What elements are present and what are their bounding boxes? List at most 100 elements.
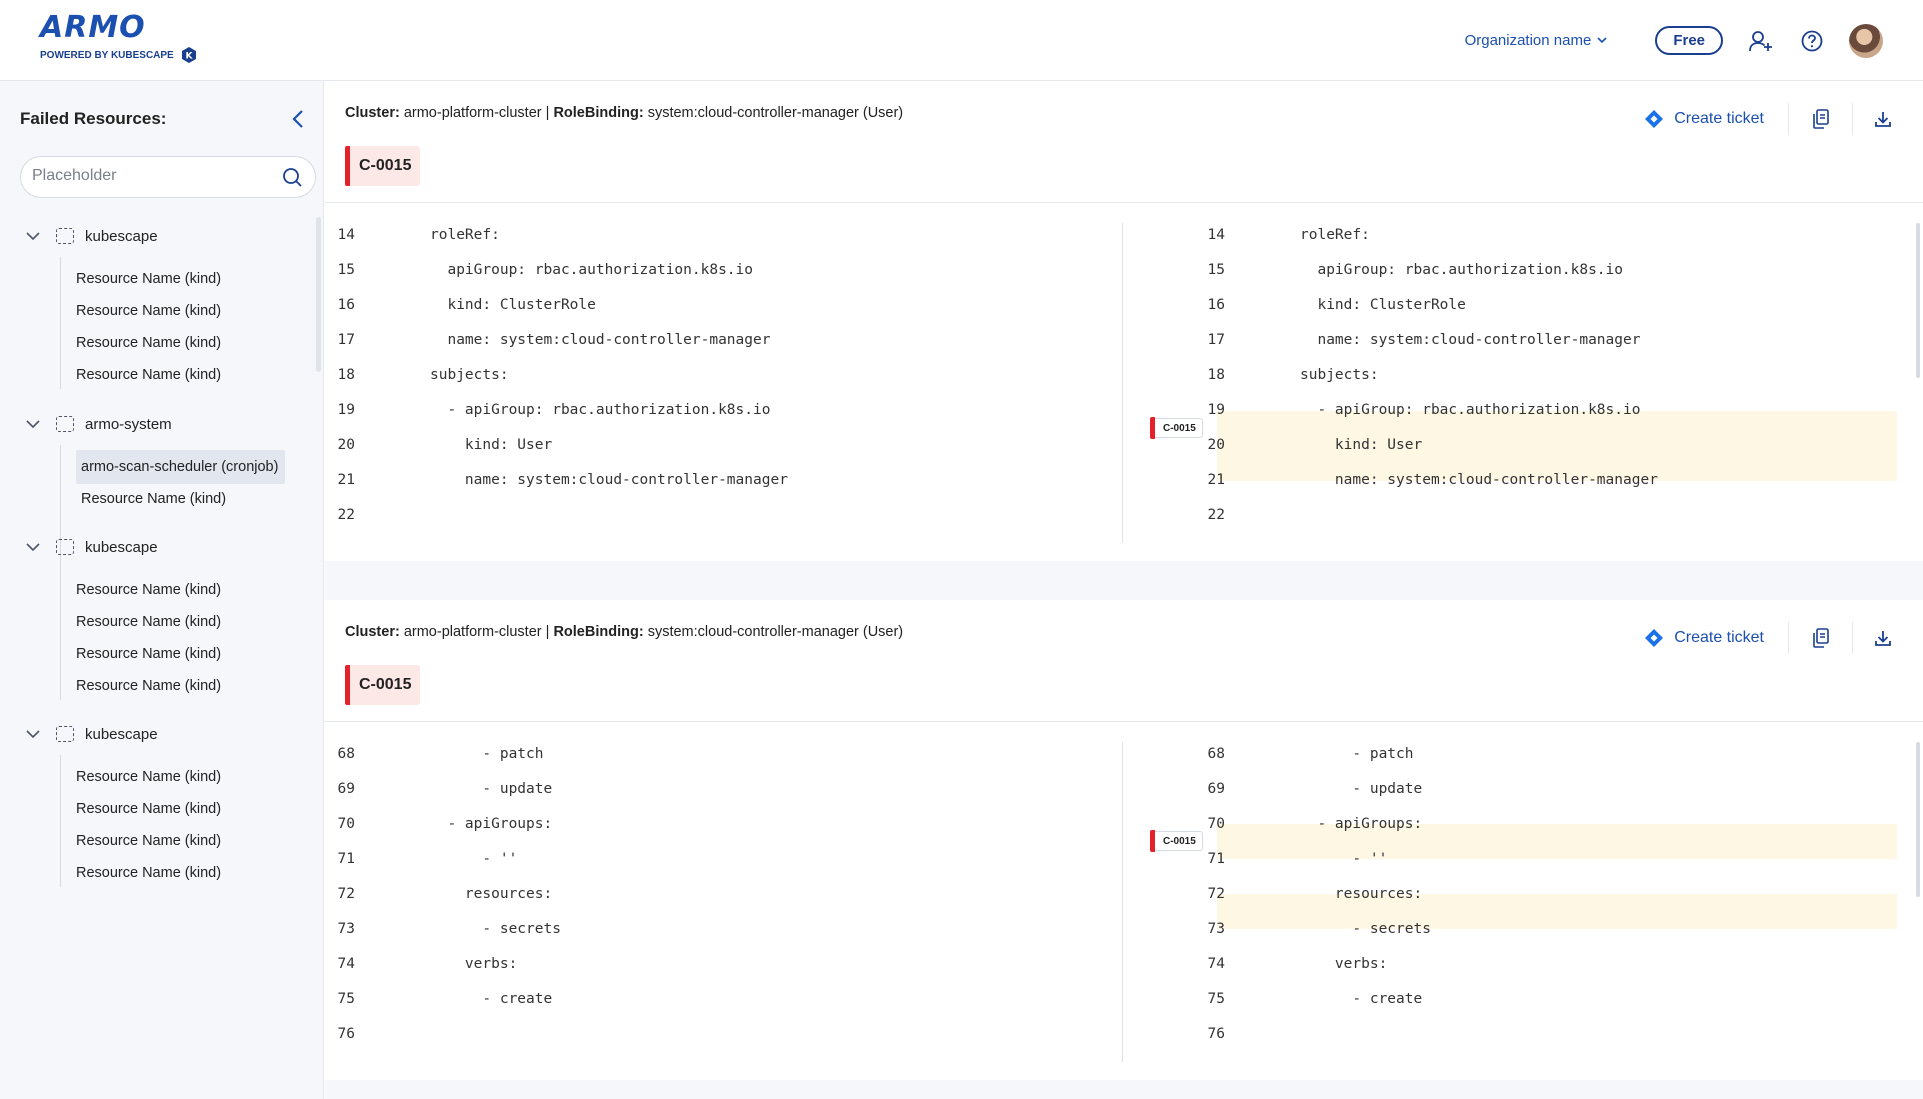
svg-text:K: K	[185, 52, 193, 62]
line-number: 20	[337, 437, 355, 453]
line-number: 76	[1207, 1026, 1225, 1042]
chevron-down-icon[interactable]	[24, 542, 42, 552]
namespace-group[interactable]: armo-system	[24, 413, 172, 435]
cluster-name: armo-platform-cluster	[403, 624, 542, 640]
copy-icon[interactable]	[1789, 622, 1853, 654]
line-number: 15	[1207, 262, 1225, 278]
line-number: 16	[337, 297, 355, 313]
line-number: 19	[1207, 402, 1225, 418]
help-icon[interactable]	[1798, 27, 1826, 55]
tree-line	[60, 568, 61, 700]
sidebar-scrollbar[interactable]	[316, 217, 321, 372]
line-number: 18	[337, 367, 355, 383]
organization-selector[interactable]: Organization name	[1465, 32, 1608, 49]
resource-item[interactable]: Resource Name (kind)	[76, 611, 221, 633]
invite-user-icon[interactable]	[1747, 27, 1775, 55]
code-line: kind: User	[1300, 437, 1423, 453]
namespace-group[interactable]: kubescape	[24, 536, 158, 558]
resource-item[interactable]: Resource Name (kind)	[76, 766, 221, 788]
resource-item[interactable]: Resource Name (kind)	[76, 579, 221, 601]
namespace-name: kubescape	[85, 538, 158, 556]
jira-icon	[1645, 110, 1664, 128]
fix-panel: Cluster: armo-platform-cluster | RoleBin…	[325, 600, 1923, 1080]
create-ticket-button[interactable]: Create ticket	[1644, 622, 1789, 654]
code-line: name: system:cloud-controller-manager	[1300, 332, 1641, 348]
control-id-badge: C-0015	[345, 146, 421, 186]
kubescape-logo-icon: K	[181, 47, 196, 63]
resource-item[interactable]: Resource Name (kind)	[76, 364, 221, 386]
plan-free-button[interactable]: Free	[1655, 26, 1723, 55]
namespace-icon	[56, 228, 74, 244]
line-number: 22	[337, 507, 355, 523]
line-number: 69	[1207, 781, 1225, 797]
resource-item[interactable]: Resource Name (kind)	[76, 675, 221, 697]
code-diff: C-0015 68 - patch 69 - update 70 - apiGrou…	[325, 722, 1923, 1080]
copy-icon[interactable]	[1789, 103, 1853, 135]
resource-item[interactable]: Resource Name (kind)	[76, 268, 221, 290]
line-number: 21	[1207, 472, 1225, 488]
code-line: - apiGroups:	[1300, 816, 1423, 832]
code-line: - apiGroup: rbac.authorization.k8s.io	[1300, 402, 1641, 418]
user-avatar[interactable]	[1849, 23, 1883, 58]
code-line: name: system:cloud-controller-manager	[430, 332, 771, 348]
resource-search[interactable]	[20, 156, 316, 198]
resource-breadcrumb: Cluster: armo-platform-cluster | RoleBin…	[345, 624, 904, 640]
code-line: - update	[1300, 781, 1423, 797]
download-icon[interactable]	[1853, 622, 1913, 654]
resource-item[interactable]: Resource Name (kind)	[76, 798, 221, 820]
code-scrollbar[interactable]	[1916, 223, 1920, 378]
tree-line	[60, 257, 61, 389]
armo-logo[interactable]: ARMO POWERED BY KUBESCAPE K	[40, 12, 198, 64]
namespace-icon	[56, 539, 74, 555]
resource-item[interactable]: Resource Name (kind)	[76, 300, 221, 322]
namespace-group[interactable]: kubescape	[24, 225, 158, 247]
line-number: 76	[337, 1026, 355, 1042]
sidebar-title: Failed Resources:	[20, 109, 167, 128]
resource-item[interactable]: Resource Name (kind)	[81, 488, 226, 510]
search-icon[interactable]	[282, 167, 303, 188]
line-number: 22	[1207, 507, 1225, 523]
resource-item[interactable]: Resource Name (kind)	[76, 862, 221, 884]
logo-tagline: POWERED BY KUBESCAPE	[40, 49, 174, 61]
line-number: 75	[337, 991, 355, 1007]
line-number: 14	[1207, 227, 1225, 243]
code-line: - secrets	[1300, 921, 1431, 937]
line-number: 18	[1207, 367, 1225, 383]
code-scrollbar[interactable]	[1916, 742, 1920, 897]
code-line: resources:	[1300, 886, 1423, 902]
fix-panel: Cluster: armo-platform-cluster | RoleBin…	[325, 81, 1923, 561]
code-line: kind: ClusterRole	[1300, 297, 1466, 313]
line-number: 70	[337, 816, 355, 832]
resource-item-selected[interactable]: armo-scan-scheduler (cronjob)	[76, 450, 285, 484]
chevron-down-icon[interactable]	[24, 729, 42, 739]
code-line: subjects:	[430, 367, 509, 383]
line-number: 14	[337, 227, 355, 243]
namespace-group[interactable]: kubescape	[24, 723, 158, 745]
code-line: resources:	[430, 886, 553, 902]
tree-line	[60, 755, 61, 887]
line-number: 68	[337, 746, 355, 762]
collapse-sidebar-icon[interactable]	[288, 107, 308, 131]
line-number: 71	[1207, 851, 1225, 867]
resource-item[interactable]: Resource Name (kind)	[76, 830, 221, 852]
line-number: 68	[1207, 746, 1225, 762]
line-number: 73	[1207, 921, 1225, 937]
chevron-down-icon	[1597, 37, 1607, 44]
code-diff: C-0015 14 roleRef: 15 apiGroup: rbac.autho…	[325, 203, 1923, 561]
code-line: name: system:cloud-controller-manager	[1300, 472, 1658, 488]
line-number: 74	[337, 956, 355, 972]
resource-item[interactable]: Resource Name (kind)	[76, 332, 221, 354]
resource-item[interactable]: Resource Name (kind)	[76, 643, 221, 665]
line-number: 72	[337, 886, 355, 902]
code-line: - ''	[430, 851, 518, 867]
download-icon[interactable]	[1853, 103, 1913, 135]
main-content: Cluster: armo-platform-cluster | RoleBin…	[325, 81, 1923, 1099]
logo-wordmark: ARMO	[40, 10, 146, 45]
create-ticket-button[interactable]: Create ticket	[1644, 103, 1789, 135]
code-line: subjects:	[1300, 367, 1379, 383]
chevron-down-icon[interactable]	[24, 419, 42, 429]
chevron-down-icon[interactable]	[24, 231, 42, 241]
failed-resources-sidebar: Failed Resources: kubescape Resource Nam…	[0, 81, 324, 1099]
line-number: 17	[1207, 332, 1225, 348]
search-input[interactable]	[32, 167, 272, 185]
